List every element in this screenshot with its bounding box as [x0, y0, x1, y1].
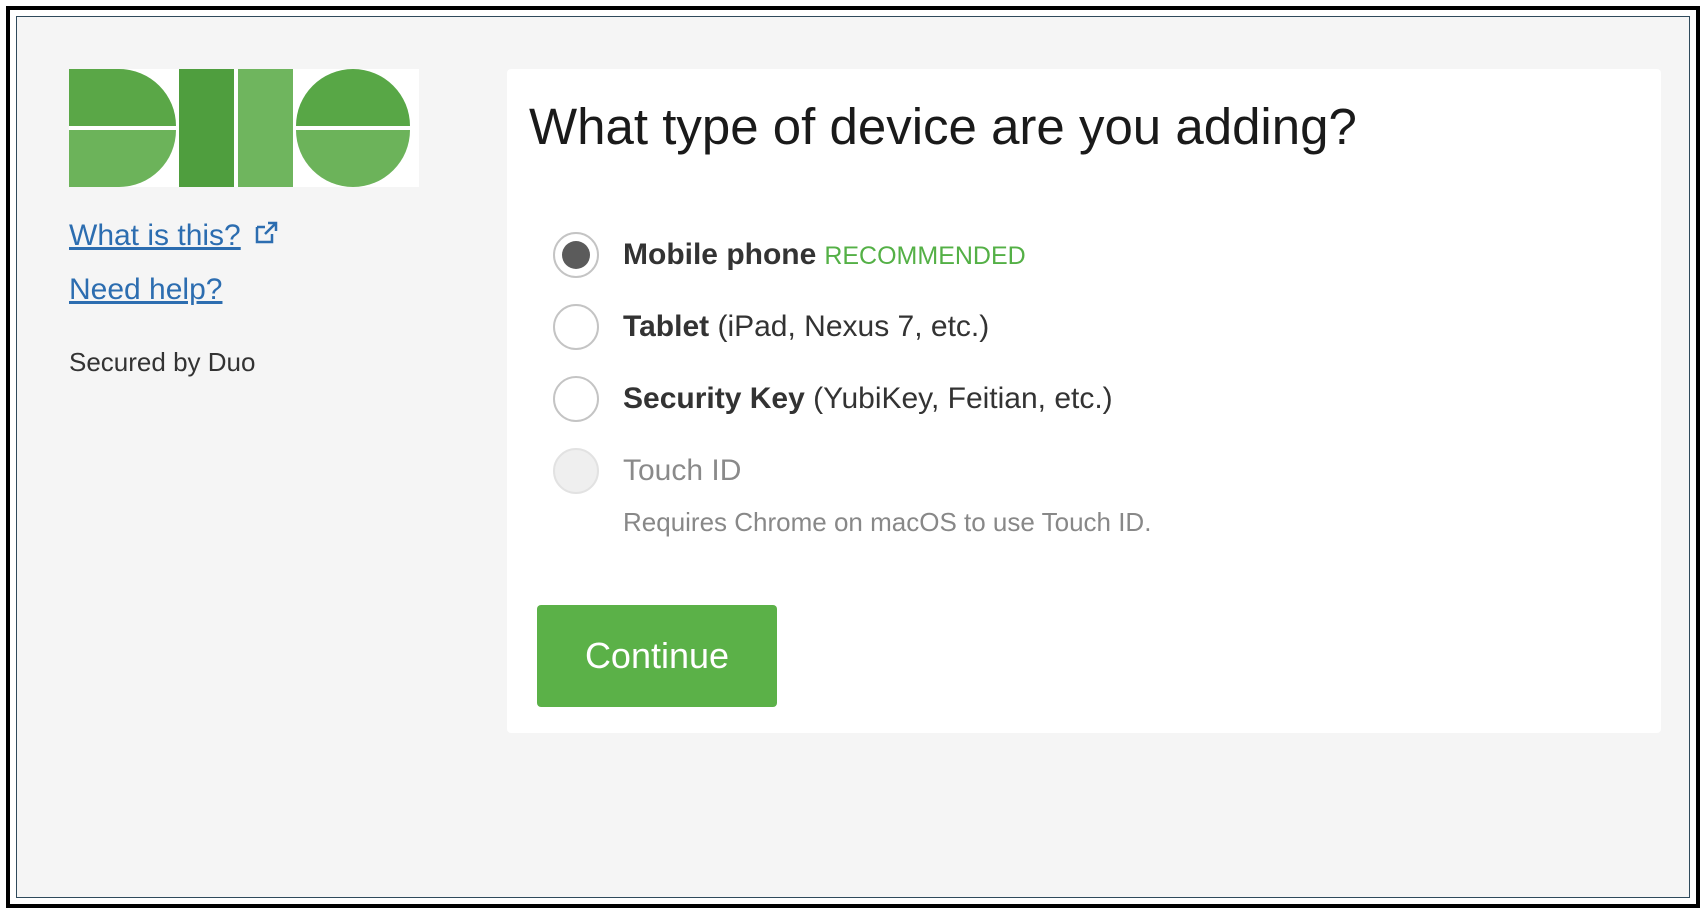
sidebar-links: What is this? Need help?: [69, 209, 429, 317]
need-help-link[interactable]: Need help?: [69, 273, 222, 307]
what-is-this-row: What is this?: [69, 209, 429, 263]
option-touch-id-label: Touch ID: [623, 454, 742, 487]
touch-id-hint: Requires Chrome on macOS to use Touch ID…: [623, 507, 1152, 537]
option-security-key-text: Security Key (YubiKey, Feitian, etc.): [623, 382, 1113, 416]
option-touch-id: Touch ID: [553, 435, 1113, 507]
device-options: Mobile phone RECOMMENDED Tablet (iPad, Ne…: [553, 219, 1113, 507]
recommended-badge: RECOMMENDED: [824, 242, 1026, 270]
option-tablet-detail: (iPad, Nexus 7, etc.): [709, 310, 990, 343]
page-title: What type of device are you adding?: [529, 98, 1357, 155]
device-type-card: What type of device are you adding? Mobi…: [507, 69, 1661, 733]
option-tablet-text: Tablet (iPad, Nexus 7, etc.): [623, 310, 989, 344]
option-security-key[interactable]: Security Key (YubiKey, Feitian, etc.): [553, 363, 1113, 435]
radio-security-key[interactable]: [553, 376, 599, 422]
radio-tablet[interactable]: [553, 304, 599, 350]
option-mobile-phone[interactable]: Mobile phone RECOMMENDED: [553, 219, 1113, 291]
radio-mobile-phone[interactable]: [553, 232, 599, 278]
option-security-key-label: Security Key: [623, 382, 805, 415]
option-tablet-label: Tablet: [623, 310, 710, 343]
what-is-this-link[interactable]: What is this?: [69, 219, 241, 253]
continue-button[interactable]: Continue: [537, 605, 777, 707]
option-mobile-phone-label: Mobile phone: [623, 238, 817, 271]
external-link-icon[interactable]: [253, 220, 279, 246]
radio-touch-id: [553, 448, 599, 494]
option-tablet[interactable]: Tablet (iPad, Nexus 7, etc.): [553, 291, 1113, 363]
option-security-key-detail: (YubiKey, Feitian, etc.): [804, 382, 1113, 415]
option-mobile-phone-text: Mobile phone RECOMMENDED: [623, 238, 1026, 272]
need-help-row: Need help?: [69, 263, 429, 317]
secured-by-text: Secured by Duo: [69, 347, 256, 377]
sidebar: What is this? Need help? Secured by Duo: [69, 69, 429, 378]
page-background: What is this? Need help? Secured by Duo …: [16, 16, 1690, 898]
window-frame: What is this? Need help? Secured by Duo …: [6, 6, 1700, 908]
duo-logo: [69, 69, 419, 187]
